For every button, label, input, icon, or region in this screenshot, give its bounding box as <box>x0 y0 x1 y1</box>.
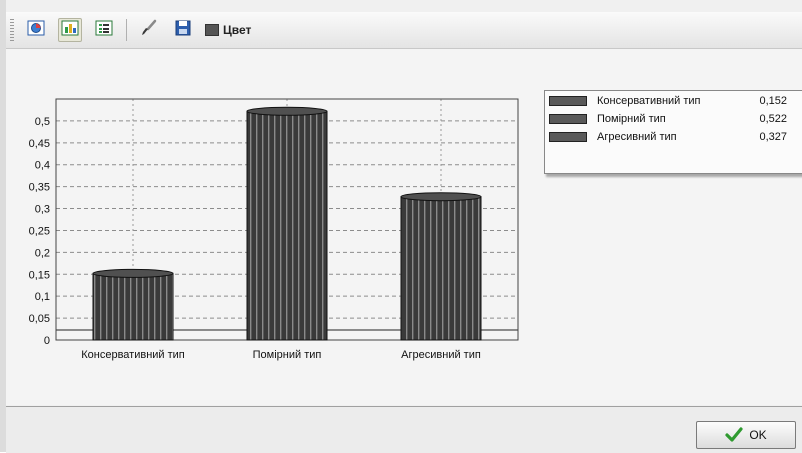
bar-top <box>246 106 328 116</box>
bar-top <box>400 192 482 202</box>
bar-top <box>92 268 174 278</box>
y-tick-label: 0,5 <box>35 116 50 128</box>
y-tick-label: 0,3 <box>35 204 50 216</box>
brush-button[interactable] <box>137 18 161 42</box>
color-swatch-icon <box>205 24 219 36</box>
y-tick-label: 0,25 <box>29 225 50 237</box>
y-tick-label: 0,1 <box>35 291 50 303</box>
bar <box>92 272 174 341</box>
chart-area: 0 0,05 0,1 0,15 0,2 0,25 0,3 0,35 0,4 0,45 0,5 Конс… <box>6 49 802 405</box>
bar-chart-icon <box>61 19 79 42</box>
save-icon <box>174 19 192 42</box>
legend-item: Консервативний тип 0,152 <box>549 93 802 109</box>
toolbar-grip[interactable] <box>10 19 14 41</box>
chart-legend: Консервативний тип 0,152 Помірний тип 0,… <box>544 90 802 174</box>
dialog-footer: OK <box>6 406 802 453</box>
chart-type-button[interactable] <box>24 18 48 42</box>
legend-item: Помірний тип 0,522 <box>549 111 802 127</box>
y-tick-label: 0,35 <box>29 182 50 194</box>
legend-item-name: Помірний тип <box>597 113 666 125</box>
legend-swatch <box>549 114 587 124</box>
y-tick-label: 0,4 <box>35 160 50 172</box>
chart-type-icon <box>27 19 45 42</box>
legend-item-value: 0,522 <box>759 113 787 125</box>
bar-chart-button[interactable] <box>58 18 82 42</box>
legend-item: Агресивний тип 0,327 <box>549 129 802 145</box>
y-tick-label: 0,05 <box>29 313 50 325</box>
legend-button[interactable] <box>92 18 116 42</box>
bar <box>400 196 482 341</box>
color-label: Цвет <box>223 23 252 37</box>
color-selector[interactable]: Цвет <box>205 23 251 37</box>
x-tick-label: Помірний тип <box>253 349 322 361</box>
checkmark-icon <box>725 427 743 443</box>
legend-swatch <box>549 132 587 142</box>
y-tick-label: 0,2 <box>35 247 50 259</box>
legend-list-icon <box>95 19 113 42</box>
chart-dialog-window: Цвет 0 0,05 0,1 0,15 0,2 0,25 0,3 0,35 0,4 0,45 0,… <box>0 0 802 453</box>
x-tick-label: Консервативний тип <box>81 349 185 361</box>
legend-swatch <box>549 96 587 106</box>
y-tick-label: 0,45 <box>29 138 50 150</box>
legend-item-value: 0,327 <box>759 131 787 143</box>
legend-item-name: Консервативний тип <box>597 95 701 107</box>
y-tick-label: 0,15 <box>29 269 50 281</box>
ok-label: OK <box>749 428 767 442</box>
y-tick-label: 0 <box>44 335 50 347</box>
toolbar: Цвет <box>6 12 802 49</box>
legend-item-name: Агресивний тип <box>597 131 677 143</box>
legend-item-value: 0,152 <box>759 95 787 107</box>
toolbar-separator <box>126 19 127 41</box>
brush-icon <box>140 19 158 42</box>
bar <box>246 110 328 341</box>
save-button[interactable] <box>171 18 195 42</box>
x-tick-label: Агресивний тип <box>401 349 481 361</box>
ok-button[interactable]: OK <box>696 421 796 449</box>
